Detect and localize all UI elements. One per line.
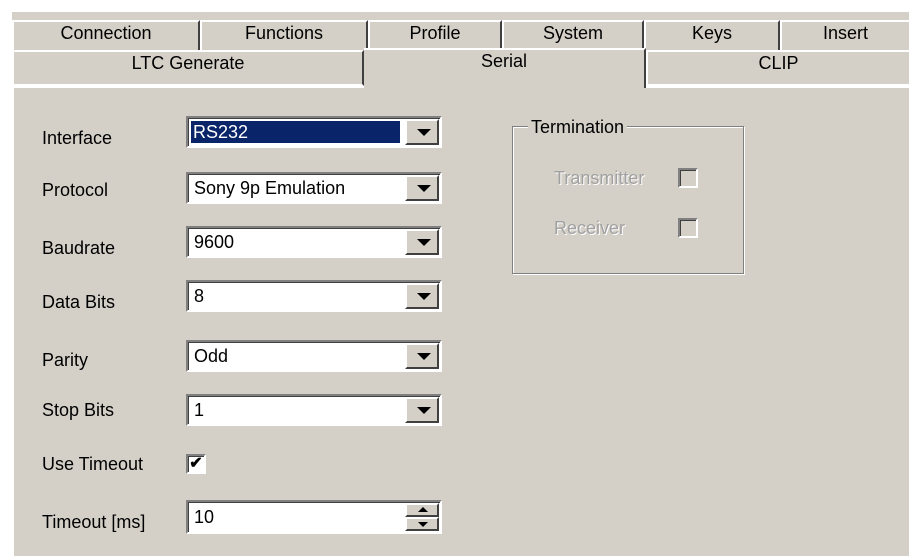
termination-title: Termination — [528, 116, 628, 138]
transmitter-label: Transmitter — [554, 168, 645, 188]
stop-bits-value: 1 — [194, 400, 205, 420]
use-timeout-label: Use Timeout — [42, 454, 144, 474]
baudrate-value: 9600 — [194, 232, 235, 252]
top-edge — [0, 0, 909, 12]
parity-label: Parity — [42, 350, 89, 370]
stop-bits-label: Stop Bits — [42, 400, 115, 420]
spin-down-icon — [418, 522, 428, 527]
tab-clip[interactable]: CLIP — [646, 50, 909, 86]
transmitter-checkbox[interactable] — [678, 168, 698, 188]
interface-select[interactable]: RS232 — [186, 116, 442, 148]
baudrate-dropdown-button[interactable] — [405, 229, 439, 255]
interface-label: Interface — [42, 128, 113, 148]
protocol-select[interactable]: Sony 9p Emulation — [186, 172, 442, 204]
tab-serial[interactable]: Serial — [364, 48, 646, 88]
tab-insert[interactable]: Insert — [780, 20, 909, 50]
use-timeout-checkbox[interactable]: ✔ — [186, 454, 206, 474]
tab-profile[interactable]: Profile — [368, 20, 502, 50]
timeout-label: Timeout [ms] — [42, 512, 146, 532]
timeout-spinner[interactable]: 10 — [186, 500, 442, 534]
left-edge — [0, 0, 12, 556]
chevron-down-icon — [417, 185, 431, 192]
chevron-down-icon — [417, 239, 431, 246]
stop-bits-select[interactable]: 1 — [186, 394, 442, 426]
timeout-increment-button[interactable] — [405, 503, 439, 517]
baudrate-select[interactable]: 9600 — [186, 226, 442, 258]
tab-system[interactable]: System — [502, 20, 644, 50]
serial-panel — [12, 86, 909, 556]
chevron-down-icon — [417, 293, 431, 300]
interface-dropdown-button[interactable] — [405, 119, 439, 145]
stop-bits-dropdown-button[interactable] — [405, 397, 439, 423]
receiver-label: Receiver — [554, 218, 626, 238]
data-bits-select[interactable]: 8 — [186, 280, 442, 312]
chevron-down-icon — [417, 353, 431, 360]
timeout-decrement-button[interactable] — [405, 517, 439, 531]
tab-ltc-generate[interactable]: LTC Generate — [12, 50, 364, 86]
tab-keys[interactable]: Keys — [644, 20, 780, 50]
data-bits-dropdown-button[interactable] — [405, 283, 439, 309]
tab-connection[interactable]: Connection — [12, 20, 200, 50]
protocol-label: Protocol — [42, 180, 109, 200]
data-bits-label: Data Bits — [42, 292, 116, 312]
chevron-down-icon — [417, 129, 431, 136]
spin-up-icon — [418, 507, 428, 512]
check-icon: ✔ — [189, 455, 203, 472]
parity-value: Odd — [194, 346, 229, 366]
parity-dropdown-button[interactable] — [405, 343, 439, 369]
chevron-down-icon — [417, 407, 431, 414]
receiver-checkbox[interactable] — [678, 218, 698, 238]
protocol-dropdown-button[interactable] — [405, 175, 439, 201]
termination-group — [512, 126, 744, 274]
tab-functions[interactable]: Functions — [200, 20, 368, 50]
data-bits-value: 8 — [194, 286, 205, 306]
timeout-value: 10 — [194, 507, 215, 527]
protocol-value: Sony 9p Emulation — [194, 178, 346, 198]
baudrate-label: Baudrate — [42, 238, 116, 258]
parity-select[interactable]: Odd — [186, 340, 442, 372]
interface-value: RS232 — [190, 120, 401, 144]
